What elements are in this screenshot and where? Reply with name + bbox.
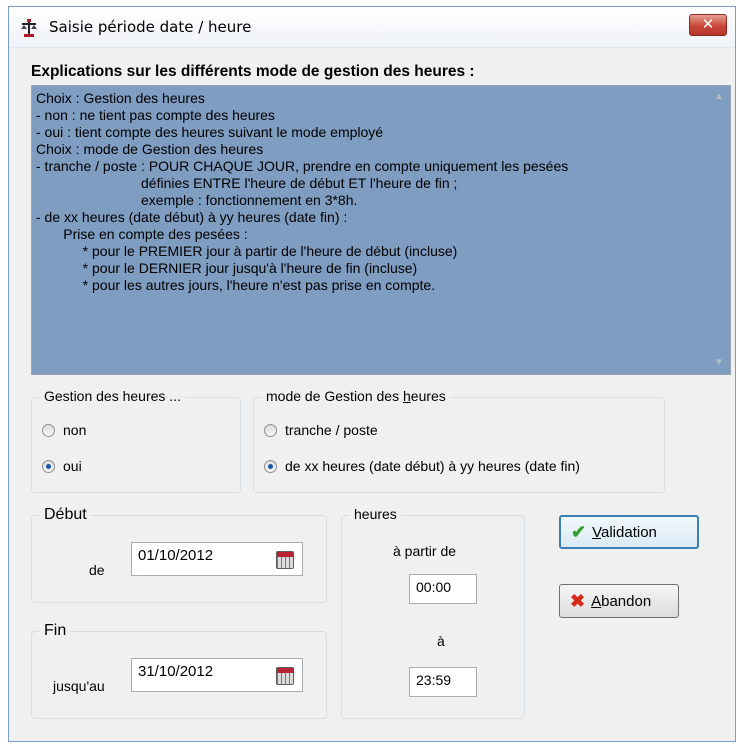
explanations-heading: Explications sur les différents mode de … xyxy=(31,63,475,80)
abandon-accel: A xyxy=(591,592,602,610)
explanation-line: exemple : fonctionnement en 3*8h. xyxy=(36,192,358,208)
validation-label: Validation xyxy=(592,524,657,541)
radio-oui-circle[interactable] xyxy=(42,459,55,473)
validation-rest: alidation xyxy=(601,523,657,541)
radio-non-label: non xyxy=(63,422,87,438)
dialog-window: Saisie période date / heure ✕ Explicatio… xyxy=(8,6,736,742)
fin-label: jusqu'au xyxy=(53,678,105,694)
explanation-line: Prise en compte des pesées : xyxy=(36,226,248,242)
explanation-line: Choix : Gestion des heures xyxy=(36,90,205,106)
validation-button[interactable]: ✔ Validation xyxy=(559,515,699,549)
explanations-text: Choix : Gestion des heures - non : ne tie… xyxy=(36,90,708,294)
debut-label: de xyxy=(89,562,105,578)
explanation-line: Choix : mode de Gestion des heures xyxy=(36,141,264,157)
title-bar: Saisie période date / heure ✕ xyxy=(9,7,735,48)
abandon-rest: bandon xyxy=(601,592,652,610)
heures-to-field[interactable]: 23:59 xyxy=(409,667,477,697)
calendar-icon[interactable] xyxy=(276,551,294,569)
check-icon: ✔ xyxy=(571,521,587,542)
radio-xx-heures-circle[interactable] xyxy=(264,459,277,473)
validation-accel: V xyxy=(592,523,601,541)
mode-legend-accel: h xyxy=(402,388,411,404)
radio-tranche-circle[interactable] xyxy=(264,423,277,437)
explanation-line: - non : ne tient pas compte des heures xyxy=(36,107,275,123)
cross-icon: ✖ xyxy=(570,590,586,611)
window-title: Saisie période date / heure xyxy=(49,18,252,36)
heures-from-field[interactable]: 00:00 xyxy=(409,574,477,604)
heures-from-label: à partir de xyxy=(393,543,457,559)
heures-legend: heures xyxy=(350,506,401,522)
explanation-line: - tranche / poste : POUR CHAQUE JOUR, pr… xyxy=(36,158,569,174)
explanation-line: - de xx heures (date début) à yy heures … xyxy=(36,209,348,225)
abandon-button[interactable]: ✖ Abandon xyxy=(559,584,679,618)
scroll-up-arrow-icon[interactable]: ▲ xyxy=(713,92,725,102)
radio-tranche-label: tranche / poste xyxy=(285,422,378,438)
radio-non-circle[interactable] xyxy=(42,423,55,437)
explanation-line: définies ENTRE l'heure de début ET l'heu… xyxy=(36,175,458,191)
explanations-textarea[interactable]: Choix : Gestion des heures - non : ne tie… xyxy=(31,85,731,375)
close-icon: ✕ xyxy=(701,15,715,33)
radio-xx-heures-label: de xx heures (date début) à yy heures (d… xyxy=(285,458,580,474)
radio-non[interactable]: non xyxy=(42,422,86,438)
explanation-line: * pour le PREMIER jour à partir de l'heu… xyxy=(36,243,458,259)
radio-xx-heures[interactable]: de xx heures (date début) à yy heures (d… xyxy=(264,458,580,474)
radio-oui-label: oui xyxy=(63,458,82,474)
debut-legend: Début xyxy=(40,506,91,524)
heures-to-label: à xyxy=(437,633,445,649)
fin-legend: Fin xyxy=(40,622,71,640)
explanation-line: * pour le DERNIER jour jusqu'à l'heure d… xyxy=(36,260,418,276)
mode-legend: mode de Gestion des heures xyxy=(262,388,450,404)
radio-oui[interactable]: oui xyxy=(42,458,82,474)
explanation-line: * pour les autres jours, l'heure n'est p… xyxy=(36,277,436,293)
scroll-down-arrow-icon[interactable]: ▼ xyxy=(713,358,725,368)
balance-icon xyxy=(21,19,37,37)
mode-legend-rest: eures xyxy=(410,388,446,404)
mode-legend-text: mode de Gestion des xyxy=(266,388,403,404)
abandon-label: Abandon xyxy=(591,593,651,610)
explanation-line: - oui : tient compte des heures suivant … xyxy=(36,124,384,140)
radio-tranche[interactable]: tranche / poste xyxy=(264,422,378,438)
gestion-legend: Gestion des heures ... xyxy=(40,388,185,404)
close-button[interactable]: ✕ xyxy=(689,14,727,36)
gestion-group: Gestion des heures ... non oui xyxy=(31,388,241,493)
calendar-icon[interactable] xyxy=(276,667,294,685)
mode-group: mode de Gestion des heures tranche / pos… xyxy=(253,388,665,493)
